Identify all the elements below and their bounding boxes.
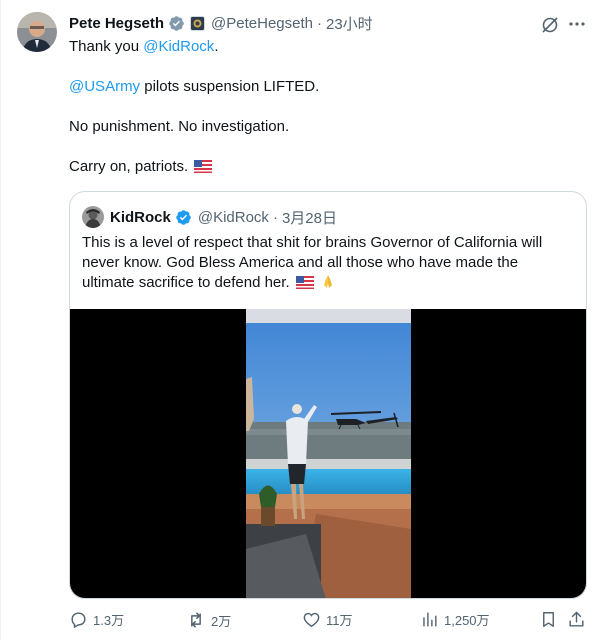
tweet-line-1: Thank you @KidRock. [69, 37, 589, 57]
quoted-tweet[interactable]: KidRock @KidRock · 3月28日 This is a level… [69, 191, 587, 599]
views-icon [423, 612, 437, 627]
views-button[interactable]: 1,250万 [420, 610, 490, 629]
verified-badge-icon [168, 15, 185, 32]
bookmark-button[interactable] [539, 610, 558, 629]
tweet-line-4: Carry on, patriots. [69, 157, 589, 179]
quote-avatar[interactable] [82, 206, 104, 228]
tweet-time[interactable]: 23小时 [326, 13, 373, 34]
us-flag-icon [194, 159, 213, 179]
tweet-text: . [214, 38, 219, 55]
mention-usarmy[interactable]: @USArmy [69, 78, 140, 95]
affiliation-badge-icon[interactable] [190, 15, 206, 31]
action-bar: 1.3万 2万 11万 1,250万 [69, 610, 589, 632]
us-flag-icon [295, 275, 314, 295]
tweet-text: Thank you [69, 38, 144, 55]
repost-count: 2万 [211, 613, 232, 629]
quote-text-block: This is a level of respect that shit for… [82, 233, 572, 295]
video-frame [246, 309, 411, 598]
praying-hands-icon [320, 273, 336, 295]
share-icon [569, 611, 584, 627]
author-handle[interactable]: @PeteHegseth [211, 15, 313, 32]
author-avatar[interactable] [17, 12, 57, 52]
video-player[interactable] [70, 309, 586, 598]
quote-date[interactable]: 3月28日 [282, 207, 337, 228]
mention-kidrock[interactable]: @KidRock [143, 38, 214, 55]
repost-button[interactable]: 2万 [186, 610, 231, 630]
tweet-body: Thank you @KidRock. @USArmy pilots suspe… [69, 37, 589, 199]
tweet-text: Carry on, patriots. [69, 158, 193, 175]
like-button[interactable]: 11万 [302, 610, 353, 629]
tweet-line-2: @USArmy pilots suspension LIFTED. [69, 77, 589, 97]
tweet[interactable]: Pete Hegseth @PeteHegseth · 23小时 Thank y… [0, 0, 601, 640]
quote-author-name[interactable]: KidRock [110, 209, 171, 226]
quote-author-handle[interactable]: @KidRock [198, 209, 269, 226]
bookmark-icon [543, 612, 554, 627]
reply-button[interactable]: 1.3万 [69, 610, 124, 629]
reply-icon [71, 612, 86, 629]
share-button[interactable] [567, 610, 586, 629]
separator-dot: · [272, 208, 278, 226]
like-count: 11万 [326, 613, 353, 628]
view-count: 1,250万 [444, 613, 490, 628]
author-name[interactable]: Pete Hegseth [69, 15, 164, 32]
tweet-line-3: No punishment. No investigation. [69, 118, 290, 135]
more-icon[interactable] [566, 13, 588, 35]
separator-dot: · [317, 14, 322, 32]
heart-icon [303, 612, 320, 628]
blue-check-icon [175, 209, 192, 226]
reply-count: 1.3万 [93, 613, 125, 628]
repost-icon [191, 612, 201, 628]
grok-icon[interactable] [540, 15, 560, 35]
tweet-text: pilots suspension LIFTED. [140, 78, 320, 95]
